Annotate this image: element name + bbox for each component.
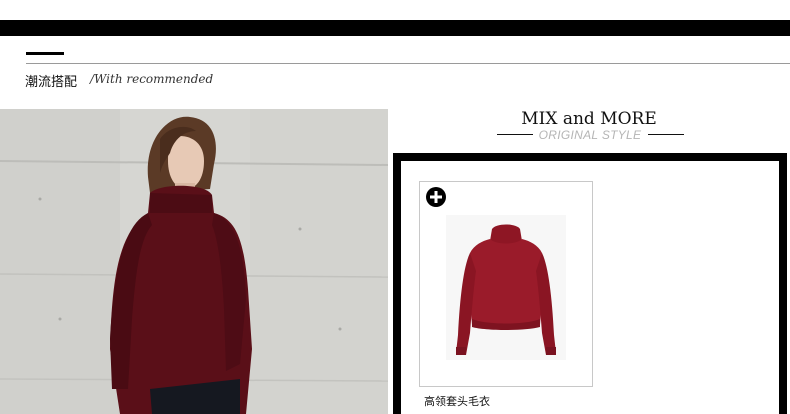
top-black-bar (0, 20, 790, 36)
promo-divider-right (648, 134, 684, 135)
promo-divider-left (497, 134, 533, 135)
promo-subtitle: ORIGINAL STYLE (538, 128, 642, 142)
model-photo (0, 109, 388, 414)
section-subtitle: /With recommended (90, 72, 214, 86)
plus-circle-icon[interactable] (426, 187, 446, 207)
promo-title: MIX and MORE (521, 109, 657, 129)
section-divider (26, 63, 790, 64)
product-image[interactable] (446, 215, 566, 360)
section-title: 潮流搭配 (25, 75, 78, 90)
product-name[interactable]: 高领套头毛衣 (424, 393, 490, 409)
section-accent-line (26, 52, 64, 55)
